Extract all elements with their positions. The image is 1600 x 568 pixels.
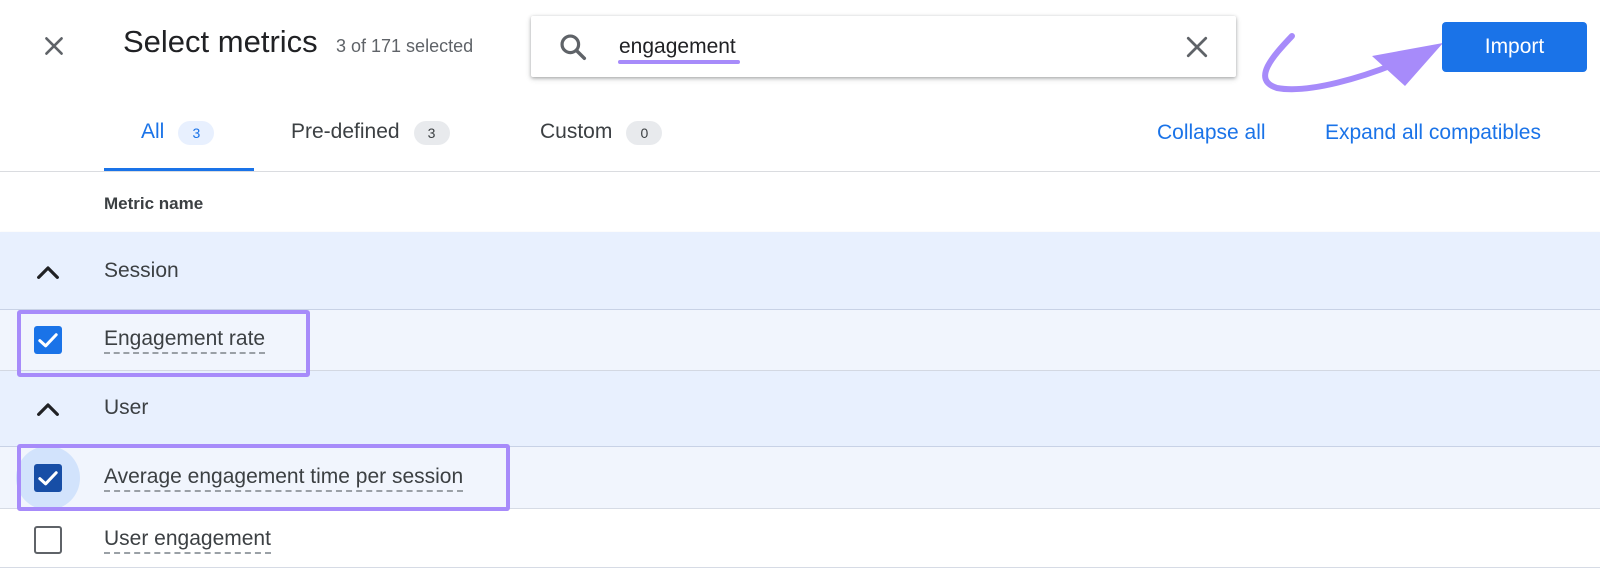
- metric-checkbox[interactable]: [34, 326, 62, 354]
- tab-label: Pre-defined: [291, 120, 400, 143]
- search-box: [531, 16, 1236, 77]
- tab-pre-defined[interactable]: Pre-defined 3: [291, 120, 450, 172]
- count-badge: 3: [413, 121, 450, 145]
- arrow-annotation: [1262, 33, 1443, 93]
- metric-name: Average engagement time per session: [104, 465, 464, 492]
- close-icon: [45, 37, 63, 55]
- clear-icon[interactable]: [1182, 32, 1212, 62]
- check-icon: [38, 333, 58, 348]
- metric-row-average-engagement-time[interactable]: Average engagement time per session: [0, 446, 1600, 510]
- chevron-up-icon[interactable]: [32, 256, 64, 288]
- import-button[interactable]: Import: [1442, 22, 1587, 72]
- metric-checkbox[interactable]: [34, 526, 62, 554]
- group-label: User: [104, 396, 149, 419]
- count-badge: 0: [626, 121, 663, 145]
- check-icon: [38, 471, 58, 486]
- metric-checkbox[interactable]: [34, 464, 62, 492]
- tabs-divider: [0, 171, 1600, 172]
- page-title: Select metrics: [123, 24, 318, 59]
- tab-label: Custom: [540, 120, 613, 143]
- selection-count: 3 of 171 selected: [336, 36, 474, 56]
- search-icon: [560, 34, 587, 61]
- expand-all-compatibles-link[interactable]: Expand all compatibles: [1325, 121, 1541, 145]
- search-input[interactable]: [619, 30, 1159, 64]
- group-row-session[interactable]: Session: [0, 232, 1600, 310]
- tab-label: All: [141, 120, 165, 143]
- collapse-all-link[interactable]: Collapse all: [1157, 121, 1266, 145]
- metric-row-user-engagement[interactable]: User engagement: [0, 509, 1600, 568]
- metric-name: User engagement: [104, 527, 271, 554]
- chevron-up-icon[interactable]: [32, 393, 64, 425]
- group-label: Session: [104, 259, 179, 282]
- search-term-underline-annotation: [618, 60, 740, 64]
- column-header-metric-name: Metric name: [104, 194, 204, 213]
- count-badge: 3: [178, 121, 215, 145]
- tab-custom[interactable]: Custom 0: [540, 120, 663, 172]
- metric-name: Engagement rate: [104, 327, 266, 354]
- group-row-user[interactable]: User: [0, 371, 1600, 447]
- metric-row-engagement-rate[interactable]: Engagement rate: [0, 310, 1600, 371]
- close-button[interactable]: [36, 28, 72, 64]
- tab-all[interactable]: All 3: [141, 120, 215, 172]
